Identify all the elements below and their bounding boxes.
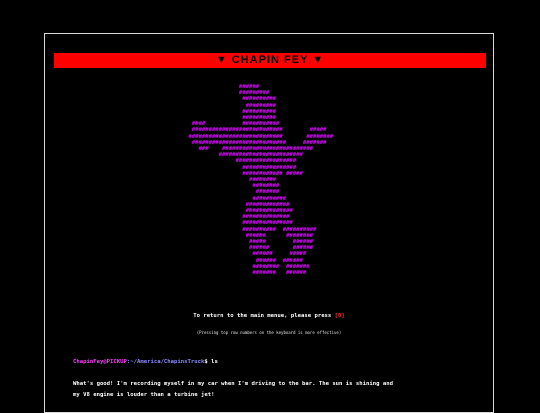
keyboard-hint: (Pressing top row numbers on the keyboar…	[196, 330, 342, 335]
dancing-figure-ascii-art: ###### ######### ########## ######### ##…	[188, 84, 334, 277]
output-line-2: my V8 engine is louder than a turbine je…	[73, 392, 215, 398]
output-line-1: What's good! I'm recording myself in my …	[73, 381, 393, 387]
prompt-path: :~/America/ChapinsTruck	[126, 359, 205, 365]
output-text: What's good! I'm recording myself in my …	[73, 379, 473, 401]
ascii-art-container: ###### ######### ########## ######### ##…	[45, 84, 493, 276]
shell-prompt: ChapinFey@PICKUP:~/America/ChapinsTruck$…	[73, 359, 218, 365]
return-instruction: To return to the main menue, please pres…	[45, 313, 493, 319]
terminal-frame: ▼ CHAPIN FEY ▼ ###### ######### ########…	[44, 33, 494, 413]
return-instruction-text: To return to the main menue, please pres…	[193, 313, 335, 319]
return-key-hint[interactable]: [0]	[335, 313, 345, 319]
title-banner: ▼ CHAPIN FEY ▼	[54, 53, 486, 68]
prompt-command: $ ls	[204, 359, 218, 365]
prompt-user: ChapinFey@PICKUP	[73, 359, 127, 365]
